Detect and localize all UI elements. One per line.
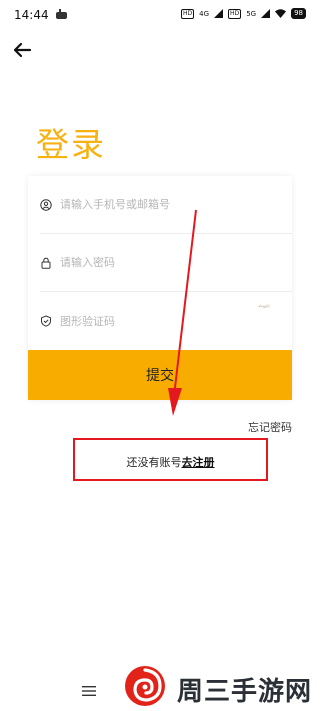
register-highlight-box: 还没有账号去注册 <box>73 438 268 481</box>
account-input[interactable] <box>60 198 190 211</box>
password-field <box>40 234 292 292</box>
notification-icon <box>56 9 67 19</box>
menu-icon[interactable] <box>82 685 96 697</box>
account-field <box>40 176 292 234</box>
submit-button[interactable]: 提交 <box>28 350 292 400</box>
status-bar: 14:44 HD 4G HD 5G 98 <box>0 0 320 30</box>
login-form: e ⌀ χ 3 ε 提交 <box>28 176 292 400</box>
battery-indicator: 98 <box>291 8 306 19</box>
status-indicators: HD 4G HD 5G 98 <box>181 8 306 19</box>
watermark-text: 周三手游网 <box>177 677 313 707</box>
watermark: 周三手游网 <box>122 664 312 708</box>
signal-icon-2 <box>261 9 271 18</box>
shield-icon <box>41 315 51 327</box>
password-input[interactable] <box>60 256 190 269</box>
hd-indicator: HD <box>181 8 195 19</box>
arrow-left-icon[interactable] <box>10 38 34 62</box>
lock-icon <box>41 257 51 269</box>
register-prompt: 还没有账号去注册 <box>75 454 266 470</box>
signal-4g-label: 4G <box>199 9 210 18</box>
captcha-field: e ⌀ χ 3 ε <box>40 292 292 350</box>
register-link[interactable]: 去注册 <box>182 456 215 469</box>
signal-5g-label: 5G <box>246 9 257 18</box>
no-account-label: 还没有账号 <box>126 456 182 469</box>
user-icon <box>40 198 52 211</box>
hd-indicator-2: HD <box>228 8 242 19</box>
watermark-logo-icon <box>125 666 165 706</box>
wifi-icon <box>275 9 287 18</box>
page-title: 登录 <box>36 125 106 164</box>
captcha-image[interactable]: e ⌀ χ 3 ε <box>258 300 270 312</box>
status-time: 14:44 <box>14 8 49 22</box>
signal-icon <box>214 9 224 18</box>
forgot-password-link[interactable]: 忘记密码 <box>248 419 292 435</box>
captcha-input[interactable] <box>60 314 190 328</box>
